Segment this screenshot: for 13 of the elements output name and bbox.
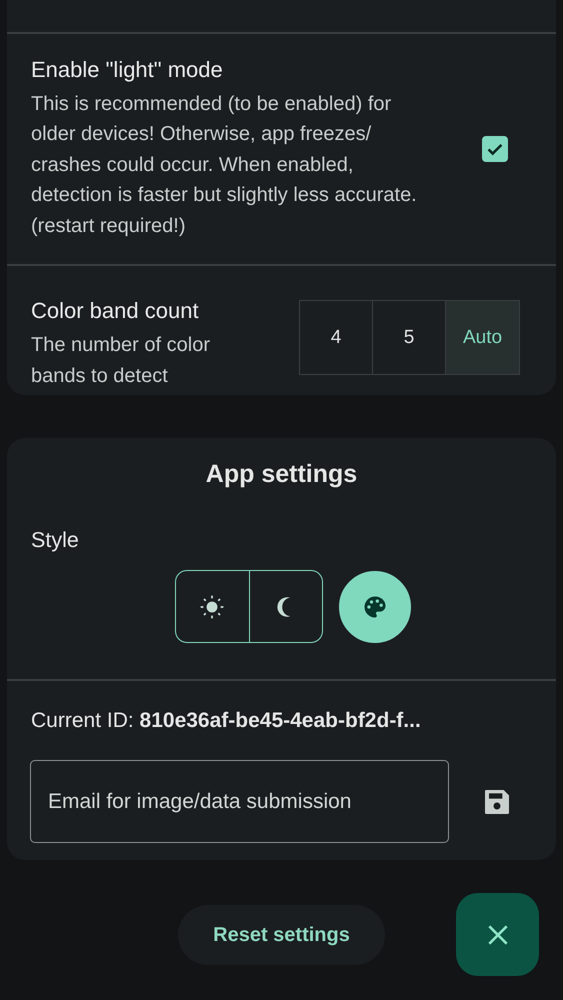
current-id-text: Current ID: 810e36af-be45-4eab-bf2d-f...: [31, 709, 422, 733]
section-title: App settings: [204, 460, 358, 490]
reset-settings-button[interactable]: Reset settings: [178, 905, 385, 965]
setting-description: The number of color bands to detect: [31, 333, 211, 388]
checkbox[interactable]: [482, 136, 508, 162]
email-field[interactable]: Email for image/data submission: [30, 760, 449, 843]
setting-description: This is recommended (to be enabled) for older devices! Otherwise, app freezes/ crashes could occur. When enabled, detection is faster but slightly less accurate. (restart required!): [31, 92, 418, 239]
sun-icon: [199, 594, 225, 620]
style-label: Style: [31, 528, 80, 553]
close-button[interactable]: [456, 893, 539, 976]
setting-title: Enable "light" mode: [31, 56, 224, 83]
setting-title: Color band count: [31, 298, 200, 324]
segment-button[interactable]: Auto: [446, 301, 519, 374]
